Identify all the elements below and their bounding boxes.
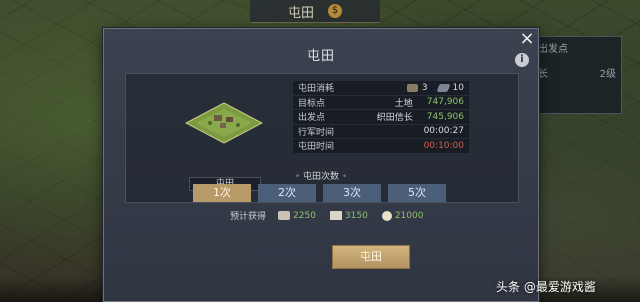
count-title-text: 屯田次数: [302, 172, 339, 182]
grain-icon: [381, 210, 392, 221]
reward-item-grain: 21000: [381, 210, 424, 221]
map-top-title: 屯田: [287, 5, 314, 21]
coin-icon: $: [328, 4, 342, 18]
side-panel-title: 出发点: [538, 44, 568, 55]
count-option-1[interactable]: 1次: [193, 184, 251, 202]
count-options: 1次 2次 3次 5次: [193, 184, 446, 202]
reward-label: 预计获得: [230, 212, 267, 222]
stamina-icon: [406, 83, 418, 92]
map-top-title-bar: 屯田 $: [250, 0, 380, 23]
expected-reward-row: 预计获得 2250 3150 21000: [230, 209, 431, 222]
count-option-3[interactable]: 3次: [323, 184, 381, 202]
target-coordinates: 747,906: [426, 97, 464, 108]
info-row-farm-time: 屯田时间 00:10:00: [293, 139, 469, 153]
origin-name: 织田信长: [376, 113, 413, 124]
info-label: 行军时间: [298, 127, 335, 138]
cost-value-2: 10: [452, 82, 464, 93]
count-option-2[interactable]: 2次: [258, 184, 316, 202]
side-info-panel: 出发点 长 2级: [532, 36, 622, 114]
farming-dialog: 屯田 × i 屯田 屯田消耗 3 10 目标点 土地: [103, 28, 539, 302]
march-time-value: 00:00:27: [423, 126, 464, 137]
info-label: 出发点: [298, 113, 326, 124]
dialog-title: 屯田: [306, 49, 335, 64]
info-label: 屯田消耗: [298, 84, 335, 95]
farm-time-value: 00:10:00: [423, 140, 464, 151]
info-row-march-time: 行军时间 00:00:27: [293, 124, 469, 138]
iron-icon: [329, 211, 342, 220]
origin-coordinates: 745,906: [426, 111, 464, 122]
count-section-title: • 屯田次数 •: [104, 169, 538, 182]
reward-value: 3150: [344, 210, 368, 221]
reward-value: 2250: [293, 210, 316, 221]
side-panel-level: 2级: [599, 69, 616, 80]
info-label: 屯田时间: [298, 142, 335, 153]
reward-value: 21000: [394, 210, 424, 221]
info-row-cost: 屯田消耗 3 10: [293, 81, 469, 95]
reward-item-wood: 2250: [278, 211, 316, 221]
info-row-origin: 出发点 织田信长 745,906: [293, 110, 469, 124]
info-table: 屯田消耗 3 10 目标点 土地 747,906 出发点 织田信长 745,90…: [293, 81, 469, 154]
wood-icon: [278, 211, 291, 220]
reward-item-iron: 3150: [329, 210, 368, 221]
info-label: 目标点: [298, 98, 326, 109]
title-deco-right: •: [341, 172, 348, 182]
title-deco-left: •: [294, 172, 303, 182]
side-panel-line: 长: [538, 69, 548, 80]
info-icon[interactable]: i: [515, 53, 529, 67]
land-tile-icon: [184, 102, 264, 144]
cost-value-1: 3: [421, 82, 428, 93]
order-icon: [436, 83, 451, 92]
info-row-target: 目标点 土地 747,906: [293, 95, 469, 109]
confirm-farm-button[interactable]: 屯田: [332, 245, 410, 269]
watermark-text: 头条 @最爱游戏酱: [496, 280, 596, 294]
target-type: 土地: [394, 98, 413, 109]
close-button[interactable]: ×: [517, 29, 537, 49]
count-option-5[interactable]: 5次: [388, 184, 446, 202]
